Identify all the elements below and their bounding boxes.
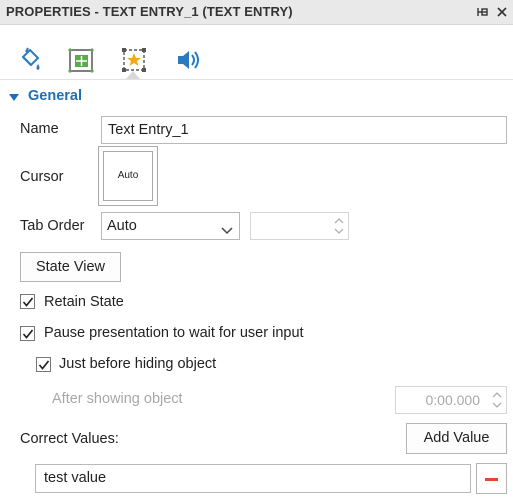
minus-icon [485,478,498,481]
name-field[interactable]: Text Entry_1 [101,116,507,144]
selected-tab-indicator [126,71,140,79]
tab-order-value: Auto [107,218,137,234]
after-showing-time-spinner[interactable]: 0:00.000 [395,386,507,414]
before-hiding-label: Just before hiding object [59,356,217,372]
paint-bucket-icon [15,45,45,75]
name-label: Name [20,121,59,137]
cursor-preview: Auto [103,151,153,201]
speaker-icon [173,45,203,75]
before-hiding-checkbox[interactable] [36,357,51,372]
add-value-button-label: Add Value [423,430,490,446]
properties-title-bar: PROPERTIES - TEXT ENTRY_1 (TEXT ENTRY) [0,0,513,25]
cursor-label: Cursor [20,169,64,185]
after-showing-value: 0:00.000 [425,392,481,408]
retain-state-checkbox[interactable] [20,294,35,309]
tab-order-select[interactable]: Auto [101,212,240,240]
state-view-button[interactable]: State View [20,252,121,282]
collapse-triangle-icon [9,94,19,101]
checkmark-icon [22,329,34,339]
tab-order-label: Tab Order [20,218,85,234]
checkmark-icon [22,297,34,307]
cursor-value: Auto [117,170,139,181]
pause-presentation-checkbox[interactable] [20,326,35,341]
general-section-label: General [28,88,82,104]
position-size-icon [66,45,96,75]
tab-divider [0,79,513,80]
correct-value-field[interactable]: test value [35,464,471,493]
chevron-down-icon [221,222,233,238]
remove-value-button[interactable] [476,463,507,494]
correct-value-text: test value [44,470,107,486]
checkmark-icon [38,360,50,370]
tab-order-index-spinner[interactable] [250,212,349,240]
spinner-arrows-icon [491,389,503,414]
spinner-arrows-icon [333,215,345,240]
state-view-button-label: State View [35,259,106,275]
tab-audio[interactable] [173,45,203,75]
pause-presentation-label: Pause presentation to wait for user inpu… [44,325,304,341]
tab-position-size[interactable] [66,45,96,75]
correct-values-label: Correct Values: [20,431,119,447]
name-value: Text Entry_1 [108,122,189,138]
tab-fill[interactable] [15,45,45,75]
pin-icon[interactable] [474,4,490,20]
property-tabs [0,25,513,79]
after-showing-label: After showing object [52,391,183,407]
cursor-picker[interactable]: Auto [98,146,158,206]
panel-title: PROPERTIES - TEXT ENTRY_1 (TEXT ENTRY) [6,4,293,19]
add-value-button[interactable]: Add Value [406,423,507,454]
close-icon[interactable] [494,4,510,20]
retain-state-label: Retain State [44,294,124,310]
